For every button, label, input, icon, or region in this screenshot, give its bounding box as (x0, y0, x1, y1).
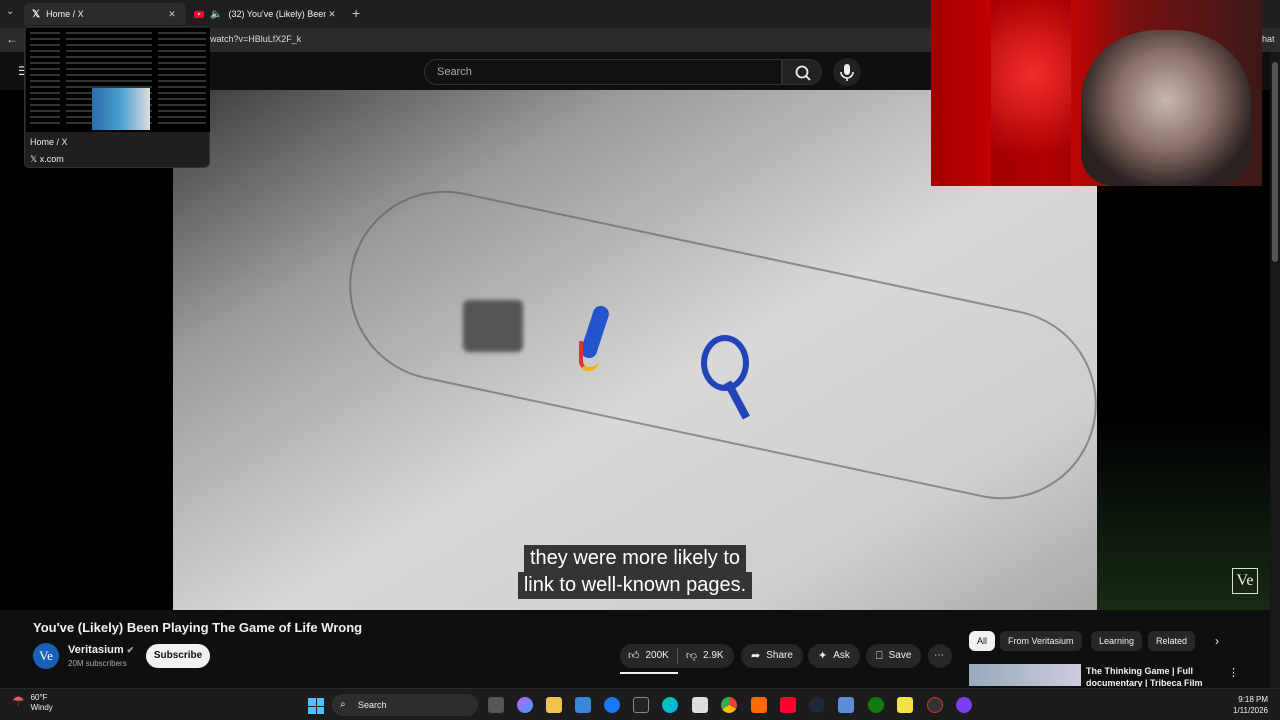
back-arrow-icon[interactable]: ← (6, 32, 18, 46)
thumbs-down-icon: 👎︎ (685, 650, 698, 662)
preview-title: Home / X (30, 137, 68, 147)
chrome-icon[interactable] (721, 697, 737, 713)
calculator-icon[interactable] (692, 697, 708, 713)
subscribe-button[interactable]: Subscribe (146, 644, 210, 668)
toolbar-label[interactable]: hat (1262, 34, 1275, 44)
clock-time: 9:18 PM (1238, 695, 1268, 704)
microphone-icon (840, 64, 854, 81)
store-icon[interactable] (575, 697, 591, 713)
x-logo-icon: 𝕏 (32, 8, 41, 20)
settings-gear-icon[interactable] (927, 697, 943, 713)
weather-widget[interactable]: ☂ 60°F Windy (12, 693, 53, 713)
youtube-icon[interactable] (780, 697, 796, 713)
share-arrow-icon: ➦ (751, 650, 761, 662)
more-actions-button[interactable]: ⋯ (928, 644, 952, 668)
camera-icon (463, 300, 523, 352)
channel-watermark[interactable]: Ve (1232, 568, 1258, 594)
preview-thumbnail (26, 28, 210, 132)
speaker-icon[interactable]: 🔈 (210, 9, 222, 20)
bookmark-icon: ⎕ (876, 650, 883, 662)
chip-all[interactable]: All (969, 631, 996, 651)
taskbar-search-label: Search (358, 700, 387, 710)
ask-button[interactable]: ✦ Ask (808, 644, 860, 668)
dislike-button[interactable]: 👎︎ 2.9K (678, 644, 732, 668)
taskbar-search[interactable]: ⌕ Search (332, 694, 478, 716)
facecam-overlay (931, 0, 1262, 186)
search-icon: ⌕ (340, 699, 346, 710)
google-mic-icon (579, 303, 611, 385)
copilot-icon[interactable] (517, 697, 533, 713)
video-title: You've (Likely) Been Playing The Game of… (33, 620, 363, 635)
kebab-menu-icon[interactable]: ⋮ (1228, 666, 1239, 679)
weather-icon: ☂ (12, 693, 25, 709)
windows-taskbar: ☂ 60°F Windy ⌕ Search 9:18 PM 1/11/2026 (0, 688, 1280, 720)
tab-youtube[interactable]: 🔈 (32) You've (Likely) Been Playing ✕ (186, 3, 346, 25)
sparkle-icon: ✦ (818, 650, 828, 662)
tab-list-chevron-icon[interactable]: ⌄ (6, 6, 14, 17)
amazon-icon[interactable] (633, 697, 649, 713)
media-app-icon[interactable] (956, 697, 972, 713)
ask-label: Ask (833, 650, 850, 661)
app-icon[interactable] (838, 697, 854, 713)
page-scrollbar[interactable] (1270, 52, 1280, 688)
close-tab-icon[interactable]: ✕ (166, 9, 178, 20)
streamer-face (1081, 30, 1251, 186)
address-url[interactable]: watch?v=HBluLfX2F_k (210, 34, 301, 44)
xbox-icon[interactable] (868, 697, 884, 713)
like-button[interactable]: 👍︎ 200K (620, 644, 677, 668)
recommendation-thumbnail[interactable] (969, 664, 1081, 686)
recommendation-title[interactable]: The Thinking Game | Full documentary | T… (1086, 665, 1216, 687)
preview-domain: 𝕏 x.com (30, 154, 64, 164)
channel-name[interactable]: Veritasium (68, 644, 124, 656)
chip-from-veritasium[interactable]: From Veritasium (1000, 631, 1082, 651)
caption-line-2: link to well-known pages. (517, 572, 753, 599)
like-dislike-group: 👍︎ 200K 👎︎ 2.9K (620, 644, 734, 668)
chip-learning[interactable]: Learning (1091, 631, 1143, 651)
share-label: Share (766, 650, 793, 661)
save-button[interactable]: ⎕ Save (866, 644, 922, 668)
system-clock[interactable]: 9:18 PM 1/11/2026 (1212, 694, 1268, 716)
weather-temp: 60°F (30, 693, 48, 702)
task-view-icon[interactable] (488, 697, 504, 713)
windows-start-icon[interactable] (308, 698, 324, 714)
clock-date: 1/11/2026 (1233, 706, 1268, 715)
tab-hover-preview[interactable]: Home / X 𝕏 x.com (24, 26, 210, 168)
channel-name-wrap[interactable]: Veritasium ✔ (68, 644, 134, 656)
voice-search-button[interactable] (833, 58, 861, 86)
facebook-icon[interactable] (604, 697, 620, 713)
thumbs-up-icon: 👍︎ (628, 650, 640, 662)
verified-icon: ✔ (126, 645, 135, 655)
red-light (991, 0, 1071, 186)
search-icon (795, 65, 811, 81)
share-button[interactable]: ➦ Share (741, 644, 803, 668)
tab-title: Home / X (46, 9, 84, 19)
close-tab-icon[interactable]: ✕ (326, 9, 338, 20)
steam-icon[interactable] (809, 697, 825, 713)
like-ratio-bar (620, 672, 678, 674)
save-label: Save (888, 650, 912, 661)
tab-home-x[interactable]: 𝕏 Home / X ✕ (24, 3, 186, 25)
chevron-right-icon[interactable]: › (1215, 634, 1219, 648)
vlc-icon[interactable] (751, 697, 767, 713)
tab-title: (32) You've (Likely) Been Playing (228, 9, 326, 19)
caption-line-1: they were more likely to (523, 545, 747, 572)
scrollbar-thumb[interactable] (1272, 62, 1278, 262)
sticky-notes-icon[interactable] (897, 697, 913, 713)
search-input[interactable]: Search (424, 59, 782, 85)
channel-avatar[interactable]: Ve (33, 643, 59, 669)
video-caption: they were more likely to link to well-kn… (500, 545, 770, 599)
subscriber-count: 20M subscribers (68, 659, 127, 668)
chip-related[interactable]: Related (1148, 631, 1196, 651)
weather-condition: Windy (30, 703, 53, 712)
like-count: 200K (645, 650, 669, 661)
preview-domain-text: x.com (39, 154, 64, 164)
new-tab-button[interactable]: + (352, 5, 360, 21)
edge-icon[interactable] (662, 697, 678, 713)
youtube-favicon-icon (194, 10, 204, 18)
file-explorer-icon[interactable] (546, 697, 562, 713)
search-button[interactable] (782, 59, 822, 85)
dislike-count: 2.9K (703, 650, 724, 661)
